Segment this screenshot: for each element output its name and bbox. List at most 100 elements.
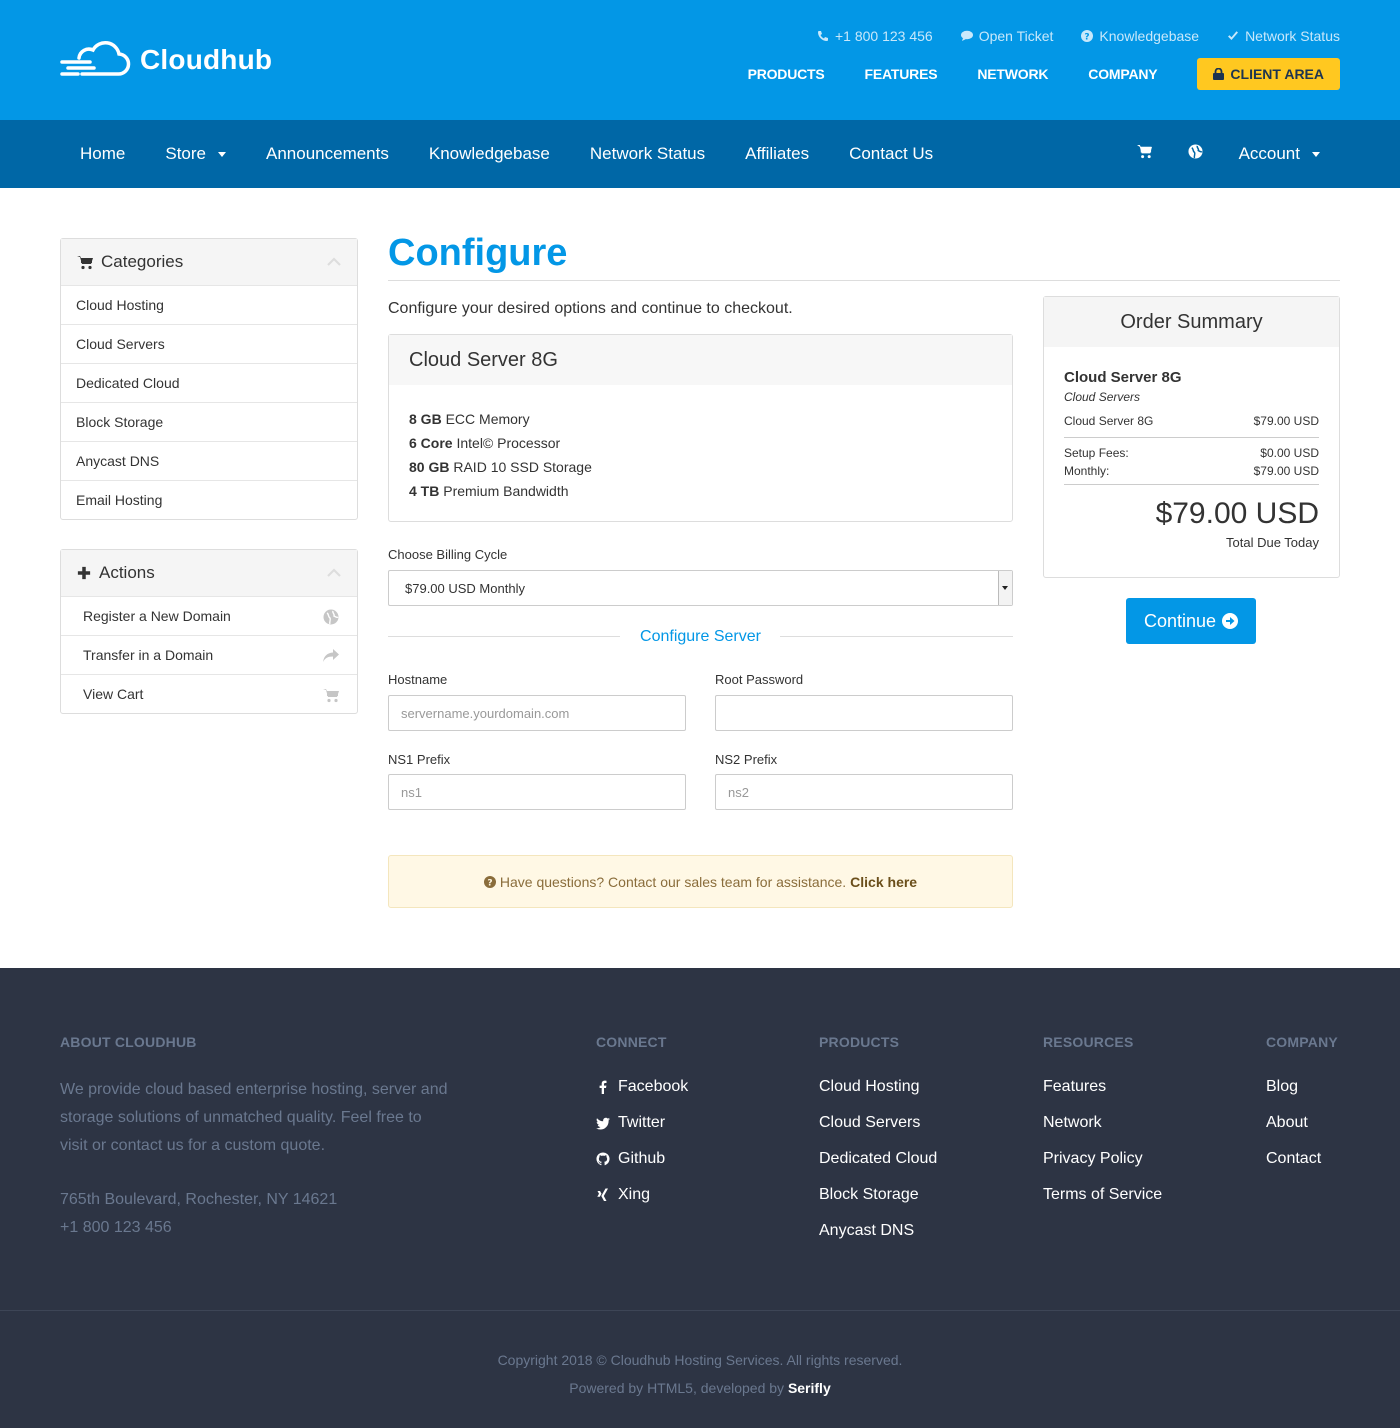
title-divider xyxy=(388,280,1340,281)
subnav-store[interactable]: Store xyxy=(165,144,226,164)
alert-click-here-link[interactable]: Click here xyxy=(850,874,917,890)
category-block-storage[interactable]: Block Storage xyxy=(61,402,357,441)
footer-twitter-link[interactable]: Twitter xyxy=(596,1112,688,1148)
footer-contact-info: 765th Boulevard, Rochester, NY 14621 +1 … xyxy=(60,1186,337,1242)
footer-twitter-label: Twitter xyxy=(618,1114,666,1131)
cart-icon xyxy=(77,256,93,270)
logo[interactable]: Cloudhub xyxy=(60,40,272,80)
footer-copyright: Copyright 2018 © Cloudhub Hosting Servic… xyxy=(0,1346,1400,1402)
feature-processor: 6 Core Intel© Processor xyxy=(409,435,561,451)
cart-button[interactable] xyxy=(1136,144,1152,164)
category-dedicated-cloud[interactable]: Dedicated Cloud xyxy=(61,363,357,402)
continue-button[interactable]: Continue xyxy=(1126,598,1256,644)
action-register-domain[interactable]: Register a New Domain xyxy=(61,596,357,635)
powered-by-line: Powered by HTML5, developed by Serifly xyxy=(0,1374,1400,1402)
footer-company-link[interactable]: About xyxy=(1266,1112,1321,1148)
summary-line-label: Cloud Server 8G xyxy=(1064,414,1154,428)
hostname-input[interactable]: servername.yourdomain.com xyxy=(388,695,686,731)
footer-about-text: We provide cloud based enterprise hostin… xyxy=(60,1081,448,1154)
category-email-hosting[interactable]: Email Hosting xyxy=(61,480,357,519)
network-status-label: Network Status xyxy=(1245,28,1340,44)
subnav-knowledgebase[interactable]: Knowledgebase xyxy=(429,144,550,164)
open-ticket-link[interactable]: Open Ticket xyxy=(960,28,1054,44)
subnav-network-status[interactable]: Network Status xyxy=(590,144,705,164)
footer-address: 765th Boulevard, Rochester, NY 14621 xyxy=(60,1191,338,1208)
category-cloud-hosting[interactable]: Cloud Hosting xyxy=(61,285,357,324)
ns2-prefix-input[interactable]: ns2 xyxy=(715,774,1013,810)
root-password-input[interactable] xyxy=(715,695,1013,731)
summary-divider xyxy=(1064,437,1319,438)
open-ticket-label: Open Ticket xyxy=(978,28,1054,44)
ns1-prefix-label: NS1 Prefix xyxy=(388,752,451,767)
nav-features[interactable]: FEATURES xyxy=(865,66,938,82)
chevron-up-icon[interactable] xyxy=(327,257,341,267)
summary-product-name: Cloud Server 8G xyxy=(1064,369,1182,386)
chevron-up-icon[interactable] xyxy=(327,568,341,578)
action-view-cart[interactable]: View Cart xyxy=(61,674,357,713)
subnav-home[interactable]: Home xyxy=(80,144,125,164)
footer-product-link[interactable]: Dedicated Cloud xyxy=(819,1148,937,1184)
network-status-link[interactable]: Network Status xyxy=(1227,28,1340,44)
language-button[interactable] xyxy=(1188,144,1203,164)
categories-title: Categories xyxy=(101,252,184,271)
footer-xing-link[interactable]: Xing xyxy=(596,1184,688,1220)
subnav-contact-us[interactable]: Contact Us xyxy=(849,144,933,164)
footer-xing-label: Xing xyxy=(618,1186,651,1203)
footer-github-link[interactable]: Github xyxy=(596,1148,688,1184)
subnav-affiliates[interactable]: Affiliates xyxy=(745,144,809,164)
billing-cycle-value: $79.00 USD Monthly xyxy=(405,580,525,596)
actions-title: Actions xyxy=(99,563,155,582)
nav-company[interactable]: COMPANY xyxy=(1088,66,1157,82)
categories-header[interactable]: Categories xyxy=(61,239,357,285)
nav-products[interactable]: PRODUCTS xyxy=(748,66,825,82)
client-area-button[interactable]: CLIENT AREA xyxy=(1197,58,1340,90)
powered-by-text: Powered by HTML5, developed by xyxy=(569,1380,785,1396)
page-title: Configure xyxy=(388,232,568,274)
cloud-logo-icon xyxy=(60,41,131,76)
footer-resource-link[interactable]: Terms of Service xyxy=(1043,1184,1162,1220)
total-due-amount: $79.00 USD xyxy=(1155,497,1319,530)
actions-header[interactable]: Actions xyxy=(61,550,357,596)
footer-product-link[interactable]: Cloud Hosting xyxy=(819,1076,937,1112)
billing-cycle-select[interactable]: $79.00 USD Monthly xyxy=(388,570,1013,606)
xing-icon xyxy=(597,1188,608,1201)
select-arrow-icon xyxy=(998,571,1012,605)
phone-link[interactable]: +1 800 123 456 xyxy=(817,28,933,44)
caret-down-icon xyxy=(218,151,226,157)
summary-line-item: Cloud Server 8G $79.00 USD xyxy=(1064,414,1319,428)
nav-network[interactable]: NETWORK xyxy=(977,66,1048,82)
footer-product-link[interactable]: Anycast DNS xyxy=(819,1220,937,1256)
question-icon: ? xyxy=(1081,30,1094,42)
category-cloud-servers[interactable]: Cloud Servers xyxy=(61,324,357,363)
footer-product-link[interactable]: Block Storage xyxy=(819,1184,937,1220)
knowledgebase-label: Knowledgebase xyxy=(1099,28,1200,44)
footer-resource-link[interactable]: Network xyxy=(1043,1112,1162,1148)
plus-icon xyxy=(77,566,91,580)
action-transfer-domain-label: Transfer in a Domain xyxy=(83,647,214,663)
category-anycast-dns[interactable]: Anycast DNS xyxy=(61,441,357,480)
subnav-announcements[interactable]: Announcements xyxy=(266,144,389,164)
footer-company-link[interactable]: Blog xyxy=(1266,1076,1321,1112)
logo-text: Cloudhub xyxy=(140,44,273,75)
caret-down-icon xyxy=(1312,151,1320,157)
footer-company-link[interactable]: Contact xyxy=(1266,1148,1321,1184)
account-menu[interactable]: Account xyxy=(1239,144,1320,164)
globe-icon xyxy=(1188,144,1203,159)
footer-resource-link[interactable]: Features xyxy=(1043,1076,1162,1112)
footer-divider xyxy=(0,1310,1400,1311)
ns2-prefix-label: NS2 Prefix xyxy=(715,752,778,767)
subnav-store-label: Store xyxy=(165,144,206,163)
footer-facebook-label: Facebook xyxy=(618,1078,689,1095)
footer-resource-link[interactable]: Privacy Policy xyxy=(1043,1148,1162,1184)
summary-divider xyxy=(1064,484,1319,485)
action-transfer-domain[interactable]: Transfer in a Domain xyxy=(61,635,357,674)
cart-icon xyxy=(323,689,339,703)
utility-links: +1 800 123 456 Open Ticket ? Knowledgeba… xyxy=(817,28,1340,44)
footer-github-label: Github xyxy=(618,1150,666,1167)
knowledgebase-link[interactable]: ? Knowledgebase xyxy=(1081,28,1199,44)
footer-product-link[interactable]: Cloud Servers xyxy=(819,1112,937,1148)
footer-facebook-link[interactable]: Facebook xyxy=(596,1076,688,1112)
sales-help-alert: ? Have questions? Contact our sales team… xyxy=(388,855,1013,908)
ns1-prefix-input[interactable]: ns1 xyxy=(388,774,686,810)
developer-link[interactable]: Serifly xyxy=(788,1380,831,1396)
